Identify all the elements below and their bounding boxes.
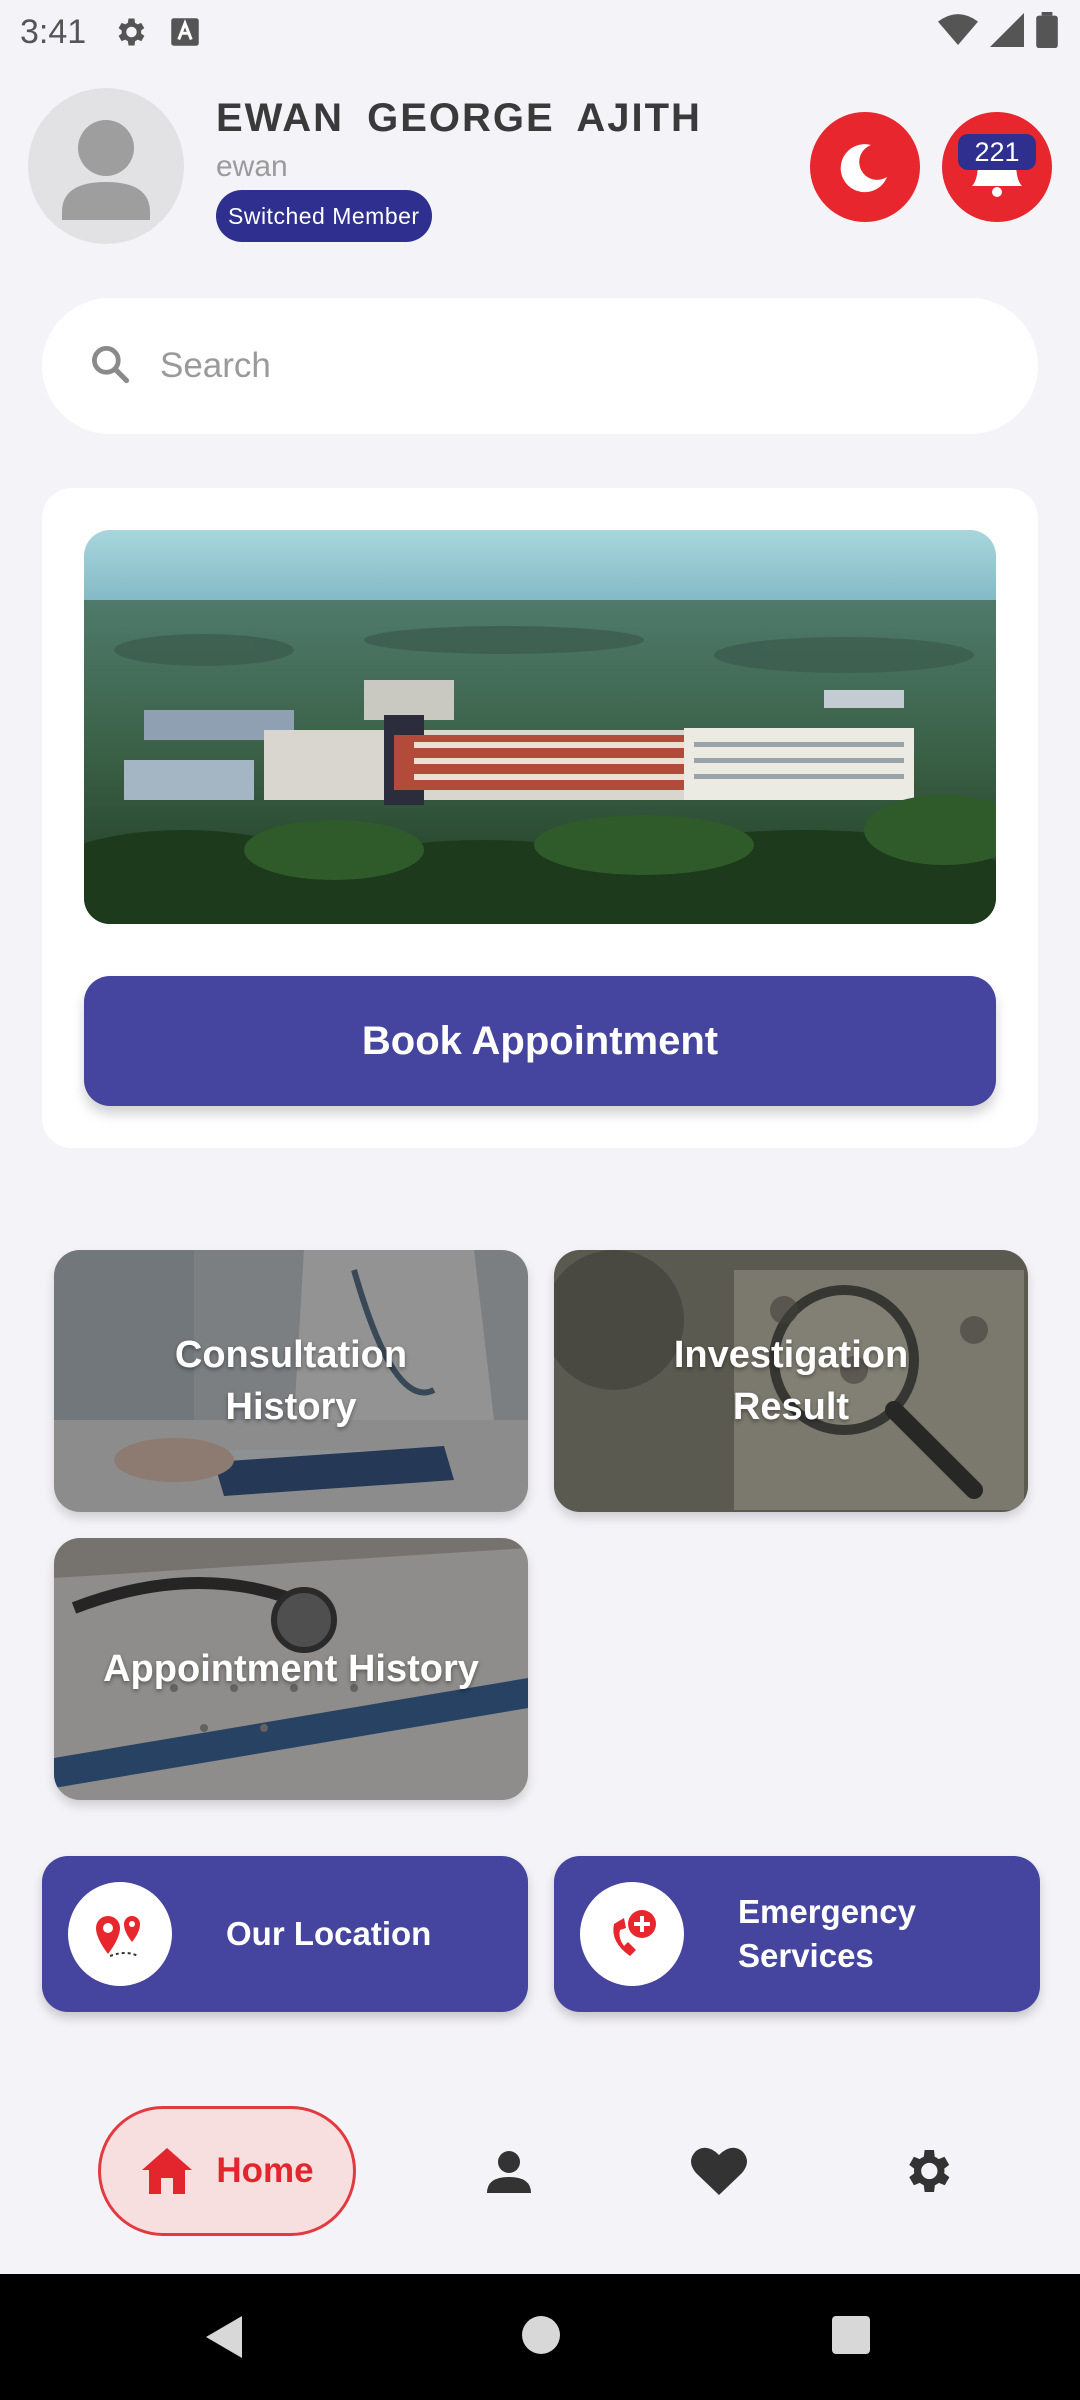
wifi-icon xyxy=(938,13,978,52)
settings-icon[interactable] xyxy=(892,2136,962,2206)
status-bar: 3:41 xyxy=(0,0,1080,64)
system-navigation-bar xyxy=(0,2274,1080,2400)
appointment-history-label: Appointment History xyxy=(103,1648,479,1690)
dark-mode-toggle-button[interactable] xyxy=(810,112,920,222)
font-icon xyxy=(170,17,200,47)
bottom-navigation: Home xyxy=(0,2070,1080,2270)
notifications-button[interactable]: 221 xyxy=(942,112,1052,222)
moon-icon xyxy=(840,144,887,193)
appointment-history-tile[interactable]: Appointment History xyxy=(54,1538,528,1800)
consultation-history-label: Consultation History xyxy=(174,1334,408,1428)
investigation-result-tile[interactable]: Investigation Result xyxy=(554,1250,1028,1512)
emergency-phone-icon xyxy=(580,1882,684,1986)
search-bar[interactable] xyxy=(42,298,1038,434)
consultation-history-tile[interactable]: Consultation History xyxy=(54,1250,528,1512)
user-name: EWAN GEORGE AJITH xyxy=(216,96,702,140)
member-status-badge: Switched Member xyxy=(216,190,432,242)
investigation-result-label: Investigation Result xyxy=(673,1334,909,1428)
gear-icon xyxy=(112,14,148,50)
back-icon[interactable] xyxy=(202,2314,246,2365)
nav-home-tab[interactable]: Home xyxy=(98,2106,356,2236)
username: ewan xyxy=(216,150,288,183)
our-location-label: Our Location xyxy=(226,1915,432,1952)
hospital-aerial-image xyxy=(84,530,996,924)
battery-icon xyxy=(1036,12,1058,53)
location-pin-icon xyxy=(68,1882,172,1986)
search-input[interactable] xyxy=(160,346,860,386)
nav-home-label: Home xyxy=(216,2151,314,2190)
status-time: 3:41 xyxy=(20,12,87,51)
recents-icon[interactable] xyxy=(830,2314,872,2361)
home-circle-icon[interactable] xyxy=(520,2314,562,2361)
emergency-services-label: Emergency Services xyxy=(738,1893,916,1974)
book-appointment-button[interactable]: Book Appointment xyxy=(84,976,996,1106)
avatar[interactable] xyxy=(28,88,184,244)
home-icon xyxy=(142,2148,193,2194)
emergency-services-button[interactable]: Emergency Services xyxy=(554,1856,1040,2012)
notification-count-badge: 221 xyxy=(958,134,1036,170)
signal-icon xyxy=(990,13,1024,52)
hospital-banner-card: Book Appointment xyxy=(42,488,1038,1148)
search-icon xyxy=(88,342,132,391)
heart-icon[interactable] xyxy=(684,2136,754,2206)
profile-icon[interactable] xyxy=(474,2136,544,2206)
person-icon xyxy=(62,120,150,220)
our-location-button[interactable]: Our Location xyxy=(42,1856,528,2012)
